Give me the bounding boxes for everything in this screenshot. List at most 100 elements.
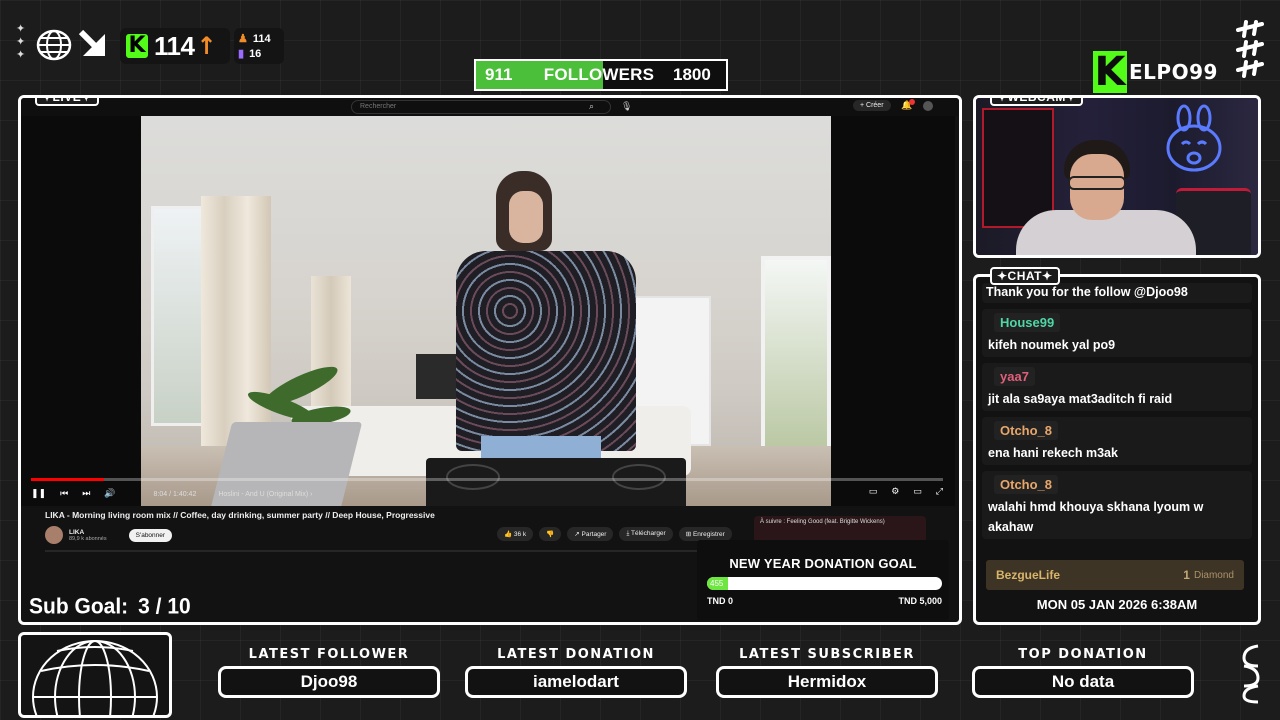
channel-avatar[interactable]: [45, 526, 63, 544]
sub-count: 16: [249, 47, 262, 60]
download-button[interactable]: ⤓ Télécharger: [619, 527, 673, 541]
followers-target: 1800: [673, 65, 711, 84]
settings-icon[interactable]: ⚙: [891, 487, 899, 497]
hash-logo-icon: [1236, 20, 1264, 78]
search-icon[interactable]: ⌕: [589, 101, 594, 112]
top-donation-label: TOP DONATION: [1018, 647, 1148, 662]
youtube-search-input[interactable]: Rechercher: [351, 100, 611, 114]
volume-icon[interactable]: 🔊: [104, 489, 115, 499]
brand-logo: K ELPO99: [1093, 50, 1218, 94]
microphone-icon[interactable]: 🎙: [621, 101, 632, 112]
video-actions: 👍 36 k 👎 ↗ Partager ⤓ Télécharger ⊞ Enre…: [497, 527, 732, 541]
globe-icon: [36, 29, 72, 61]
chat-tag: ✦CHAT✦: [990, 267, 1060, 285]
chat-message: House99 kifeh noumek yal po9: [982, 309, 1252, 357]
chat-messages: Thank you for the follow @Djoo98 House99…: [982, 283, 1252, 545]
video-time: 8:04 / 1:40:42: [153, 490, 197, 498]
donation-goal-title: NEW YEAR DONATION GOAL: [729, 556, 917, 571]
sparkle-icons: ✦ ✦ ✦: [16, 22, 26, 61]
donation-goal-max: TND 5,000: [898, 596, 942, 606]
latest-follower-card: LATEST FOLLOWER Djoo98: [218, 646, 440, 698]
kick-follower-count: 114: [154, 30, 195, 61]
kick-follower-stat: K 114 ↑: [120, 28, 230, 64]
latest-follower-label: LATEST FOLLOWER: [248, 647, 410, 662]
gift-amount: 1: [1183, 568, 1190, 582]
video-title: LIKA - Morning living room mix // Coffee…: [45, 510, 435, 520]
latest-donation-value: iamelodart: [465, 666, 687, 698]
top-donation-card: TOP DONATION No data: [972, 646, 1194, 698]
theater-icon[interactable]: ▭: [913, 487, 922, 497]
datetime: MON 05 JAN 2026 6:38AM: [1036, 597, 1198, 612]
create-button[interactable]: + Créer: [853, 100, 891, 111]
live-tag: ✦LIVE✦: [35, 98, 99, 106]
dislike-button[interactable]: 👎: [539, 527, 562, 541]
video-chapter[interactable]: Hoslini - And U (Original Mix) ›: [218, 491, 312, 498]
channel-name[interactable]: LIKA: [69, 529, 107, 536]
notification-badge: [909, 99, 915, 105]
subtitles-icon[interactable]: ▭: [869, 487, 878, 497]
live-panel: ✦LIVE✦ Rechercher ⌕ 🎙 + Créer 🔔 ❚❚ ⏮ ⏭ 🔊…: [18, 95, 962, 625]
viewer-icon: ♟: [238, 33, 248, 45]
chat-message: Otcho_8 walahi hmd khouya skhana lyoum w…: [982, 471, 1252, 539]
sub-goal-value: 3 / 10: [138, 594, 191, 619]
video-controls: ❚❚ ⏮ ⏭ 🔊 8:04 / 1:40:42 Hoslini - And U …: [31, 484, 943, 504]
gift-username: BezgueLife: [996, 568, 1061, 582]
brand-name: ELPO99: [1129, 60, 1218, 84]
chat-text: kifeh noumek yal po9: [988, 338, 1116, 352]
neon-bunny-icon: [1166, 104, 1222, 172]
scroll-logo-icon: [1242, 644, 1260, 704]
chat-text: ena hani rekech m3ak: [988, 446, 1118, 460]
webcam-tag: ✦WEBCAM✦: [990, 98, 1084, 106]
bars-icon: ▮: [238, 48, 245, 60]
arrow-up-icon: ↑: [196, 32, 217, 60]
latest-donation-card: LATEST DONATION iamelodart: [465, 646, 687, 698]
arrow-down-right-icon: [78, 29, 105, 56]
fullscreen-icon[interactable]: ⤢: [936, 487, 943, 497]
viewer-count: 114: [252, 32, 271, 45]
like-button[interactable]: 👍 36 k: [497, 527, 534, 541]
channel-row: LIKA 89,9 k abonnés S'abonner: [45, 523, 173, 547]
wire-globe-icon: [32, 640, 158, 715]
chat-text: jit ala sa9aya mat3aditch fi raid: [988, 392, 1173, 406]
pause-icon[interactable]: ❚❚: [31, 489, 46, 499]
gift-unit: Diamond: [1193, 569, 1234, 581]
donation-goal-bar: 455: [707, 577, 942, 590]
globe-graphic: [18, 632, 172, 718]
webcam-panel: ✦WEBCAM✦: [973, 95, 1261, 258]
chat-username[interactable]: Otcho_8: [994, 421, 1059, 440]
subscribe-button[interactable]: S'abonner: [128, 528, 173, 542]
save-button[interactable]: ⊞ Enregistrer: [678, 527, 732, 541]
video-frame: [141, 116, 831, 506]
followers-label: FOLLOWERS: [543, 65, 655, 84]
channel-subscribers: 89,9 k abonnés: [69, 535, 107, 542]
video-player[interactable]: ❚❚ ⏮ ⏭ 🔊 8:04 / 1:40:42 Hoslini - And U …: [21, 116, 955, 506]
chat-username[interactable]: yaa7: [994, 367, 1035, 386]
kick-gift-alert: BezgueLife 1 Diamond: [986, 560, 1244, 590]
previous-icon[interactable]: ⏮: [60, 489, 68, 499]
next-icon[interactable]: ⏭: [82, 489, 90, 499]
viewer-stats: ♟ 114 ▮ 16: [234, 28, 284, 64]
latest-donation-label: LATEST DONATION: [497, 647, 655, 662]
latest-subscriber-value: Hermidox: [716, 666, 938, 698]
chat-message: yaa7 jit ala sa9aya mat3aditch fi raid: [982, 363, 1252, 411]
sub-goal: Sub Goal: 3 / 10: [29, 594, 191, 619]
video-progress-bar[interactable]: [31, 478, 943, 481]
chat-text: walahi hmd khouya skhana lyoum w akahaw: [988, 500, 1204, 534]
video-progress-fill: [31, 478, 104, 481]
chat-username[interactable]: House99: [994, 313, 1061, 332]
donation-goal-fill: 455: [707, 577, 729, 590]
chat-panel: ✦CHAT✦ Thank you for the follow @Djoo98 …: [973, 267, 1261, 625]
top-donation-value: No data: [972, 666, 1194, 698]
kick-logo-icon: K: [126, 34, 148, 58]
chat-username[interactable]: Otcho_8: [994, 475, 1059, 494]
share-button[interactable]: ↗ Partager: [567, 527, 614, 541]
youtube-topbar: Rechercher ⌕ 🎙 + Créer 🔔: [21, 98, 959, 116]
followers-current: 911: [485, 65, 513, 84]
sub-goal-label: Sub Goal:: [29, 594, 129, 619]
avatar[interactable]: [923, 101, 933, 111]
brand-k-icon: K: [1093, 49, 1127, 95]
webcam-feed: [976, 98, 1258, 255]
donation-goal-min: TND 0: [707, 596, 734, 606]
chat-message: Otcho_8 ena hani rekech m3ak: [982, 417, 1252, 465]
donation-goal: NEW YEAR DONATION GOAL 455 TND 0 TND 5,0…: [697, 540, 949, 620]
